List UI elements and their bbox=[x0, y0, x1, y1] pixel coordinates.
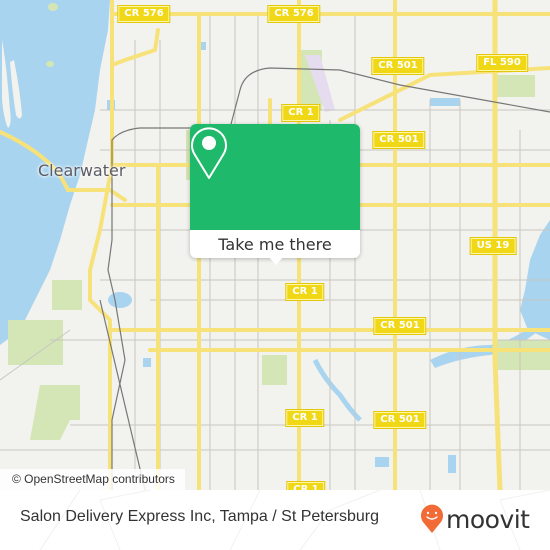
road-label-fl590: FL 590 bbox=[476, 54, 528, 72]
road-label-cr501: CR 501 bbox=[373, 317, 427, 335]
water-pond bbox=[143, 358, 151, 367]
water-pond bbox=[430, 98, 460, 106]
park bbox=[262, 355, 287, 385]
road-label-cr576: CR 576 bbox=[267, 5, 321, 23]
popup-pointer bbox=[268, 256, 284, 265]
moovit-logo-text: moovit bbox=[446, 504, 530, 534]
water-pond bbox=[375, 457, 389, 467]
road-label-cr1: CR 1 bbox=[286, 481, 326, 490]
map[interactable]: Clearwater CR 576 CR 576 CR 501 FL 590 C… bbox=[0, 0, 550, 490]
location-pin-icon bbox=[191, 127, 227, 179]
water-pond bbox=[448, 455, 456, 473]
park bbox=[52, 280, 82, 310]
water-pond bbox=[108, 292, 132, 308]
park bbox=[495, 340, 550, 370]
popup-header bbox=[190, 124, 360, 230]
footer: Salon Delivery Express Inc, Tampa / St P… bbox=[0, 490, 550, 550]
island bbox=[46, 61, 54, 67]
road-label-cr1: CR 1 bbox=[281, 104, 321, 122]
place-name: Salon Delivery Express Inc, Tampa / St P… bbox=[20, 508, 379, 525]
road-label-cr501: CR 501 bbox=[372, 131, 426, 149]
island bbox=[48, 3, 58, 11]
park bbox=[30, 385, 80, 440]
road-label-cr1: CR 1 bbox=[285, 409, 325, 427]
road-label-cr501: CR 501 bbox=[371, 57, 425, 75]
map-attribution[interactable]: © OpenStreetMap contributors bbox=[0, 469, 185, 490]
road-label-cr576: CR 576 bbox=[117, 5, 171, 23]
road-label-cr501: CR 501 bbox=[373, 411, 427, 429]
road-label-us19: US 19 bbox=[469, 237, 517, 255]
city-label-clearwater: Clearwater bbox=[38, 161, 126, 180]
park bbox=[8, 320, 63, 365]
take-me-there-button[interactable]: Take me there bbox=[190, 230, 360, 258]
moovit-pin-icon bbox=[421, 504, 443, 533]
moovit-logo[interactable]: moovit bbox=[420, 504, 530, 534]
park bbox=[495, 75, 535, 97]
road-label-cr1: CR 1 bbox=[285, 283, 325, 301]
location-popup: Take me there bbox=[190, 124, 360, 265]
